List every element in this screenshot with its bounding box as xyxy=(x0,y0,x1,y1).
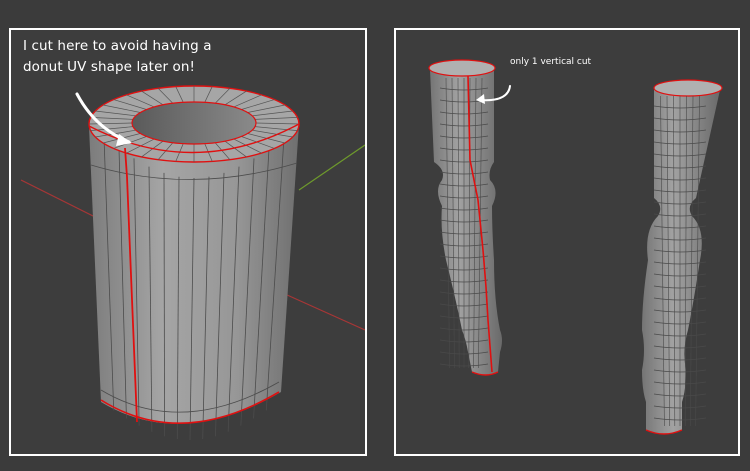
x-axis-line-right xyxy=(275,289,365,331)
left-viewport-panel: I cut here to avoid having a donut UV sh… xyxy=(9,28,367,456)
y-axis-line xyxy=(298,144,365,191)
left-annotation-text: I cut here to avoid having a donut UV sh… xyxy=(23,38,212,75)
x-axis-line xyxy=(20,179,102,221)
right-viewport-panel: only 1 vertical cut xyxy=(394,28,740,456)
tube-inner-hole xyxy=(131,101,257,145)
right-annotation-text: only 1 vertical cut xyxy=(510,57,592,67)
right-table-leg xyxy=(642,79,723,435)
left-table-leg xyxy=(428,59,502,376)
table-legs-render xyxy=(428,59,723,435)
tube-mesh-render xyxy=(20,85,365,441)
